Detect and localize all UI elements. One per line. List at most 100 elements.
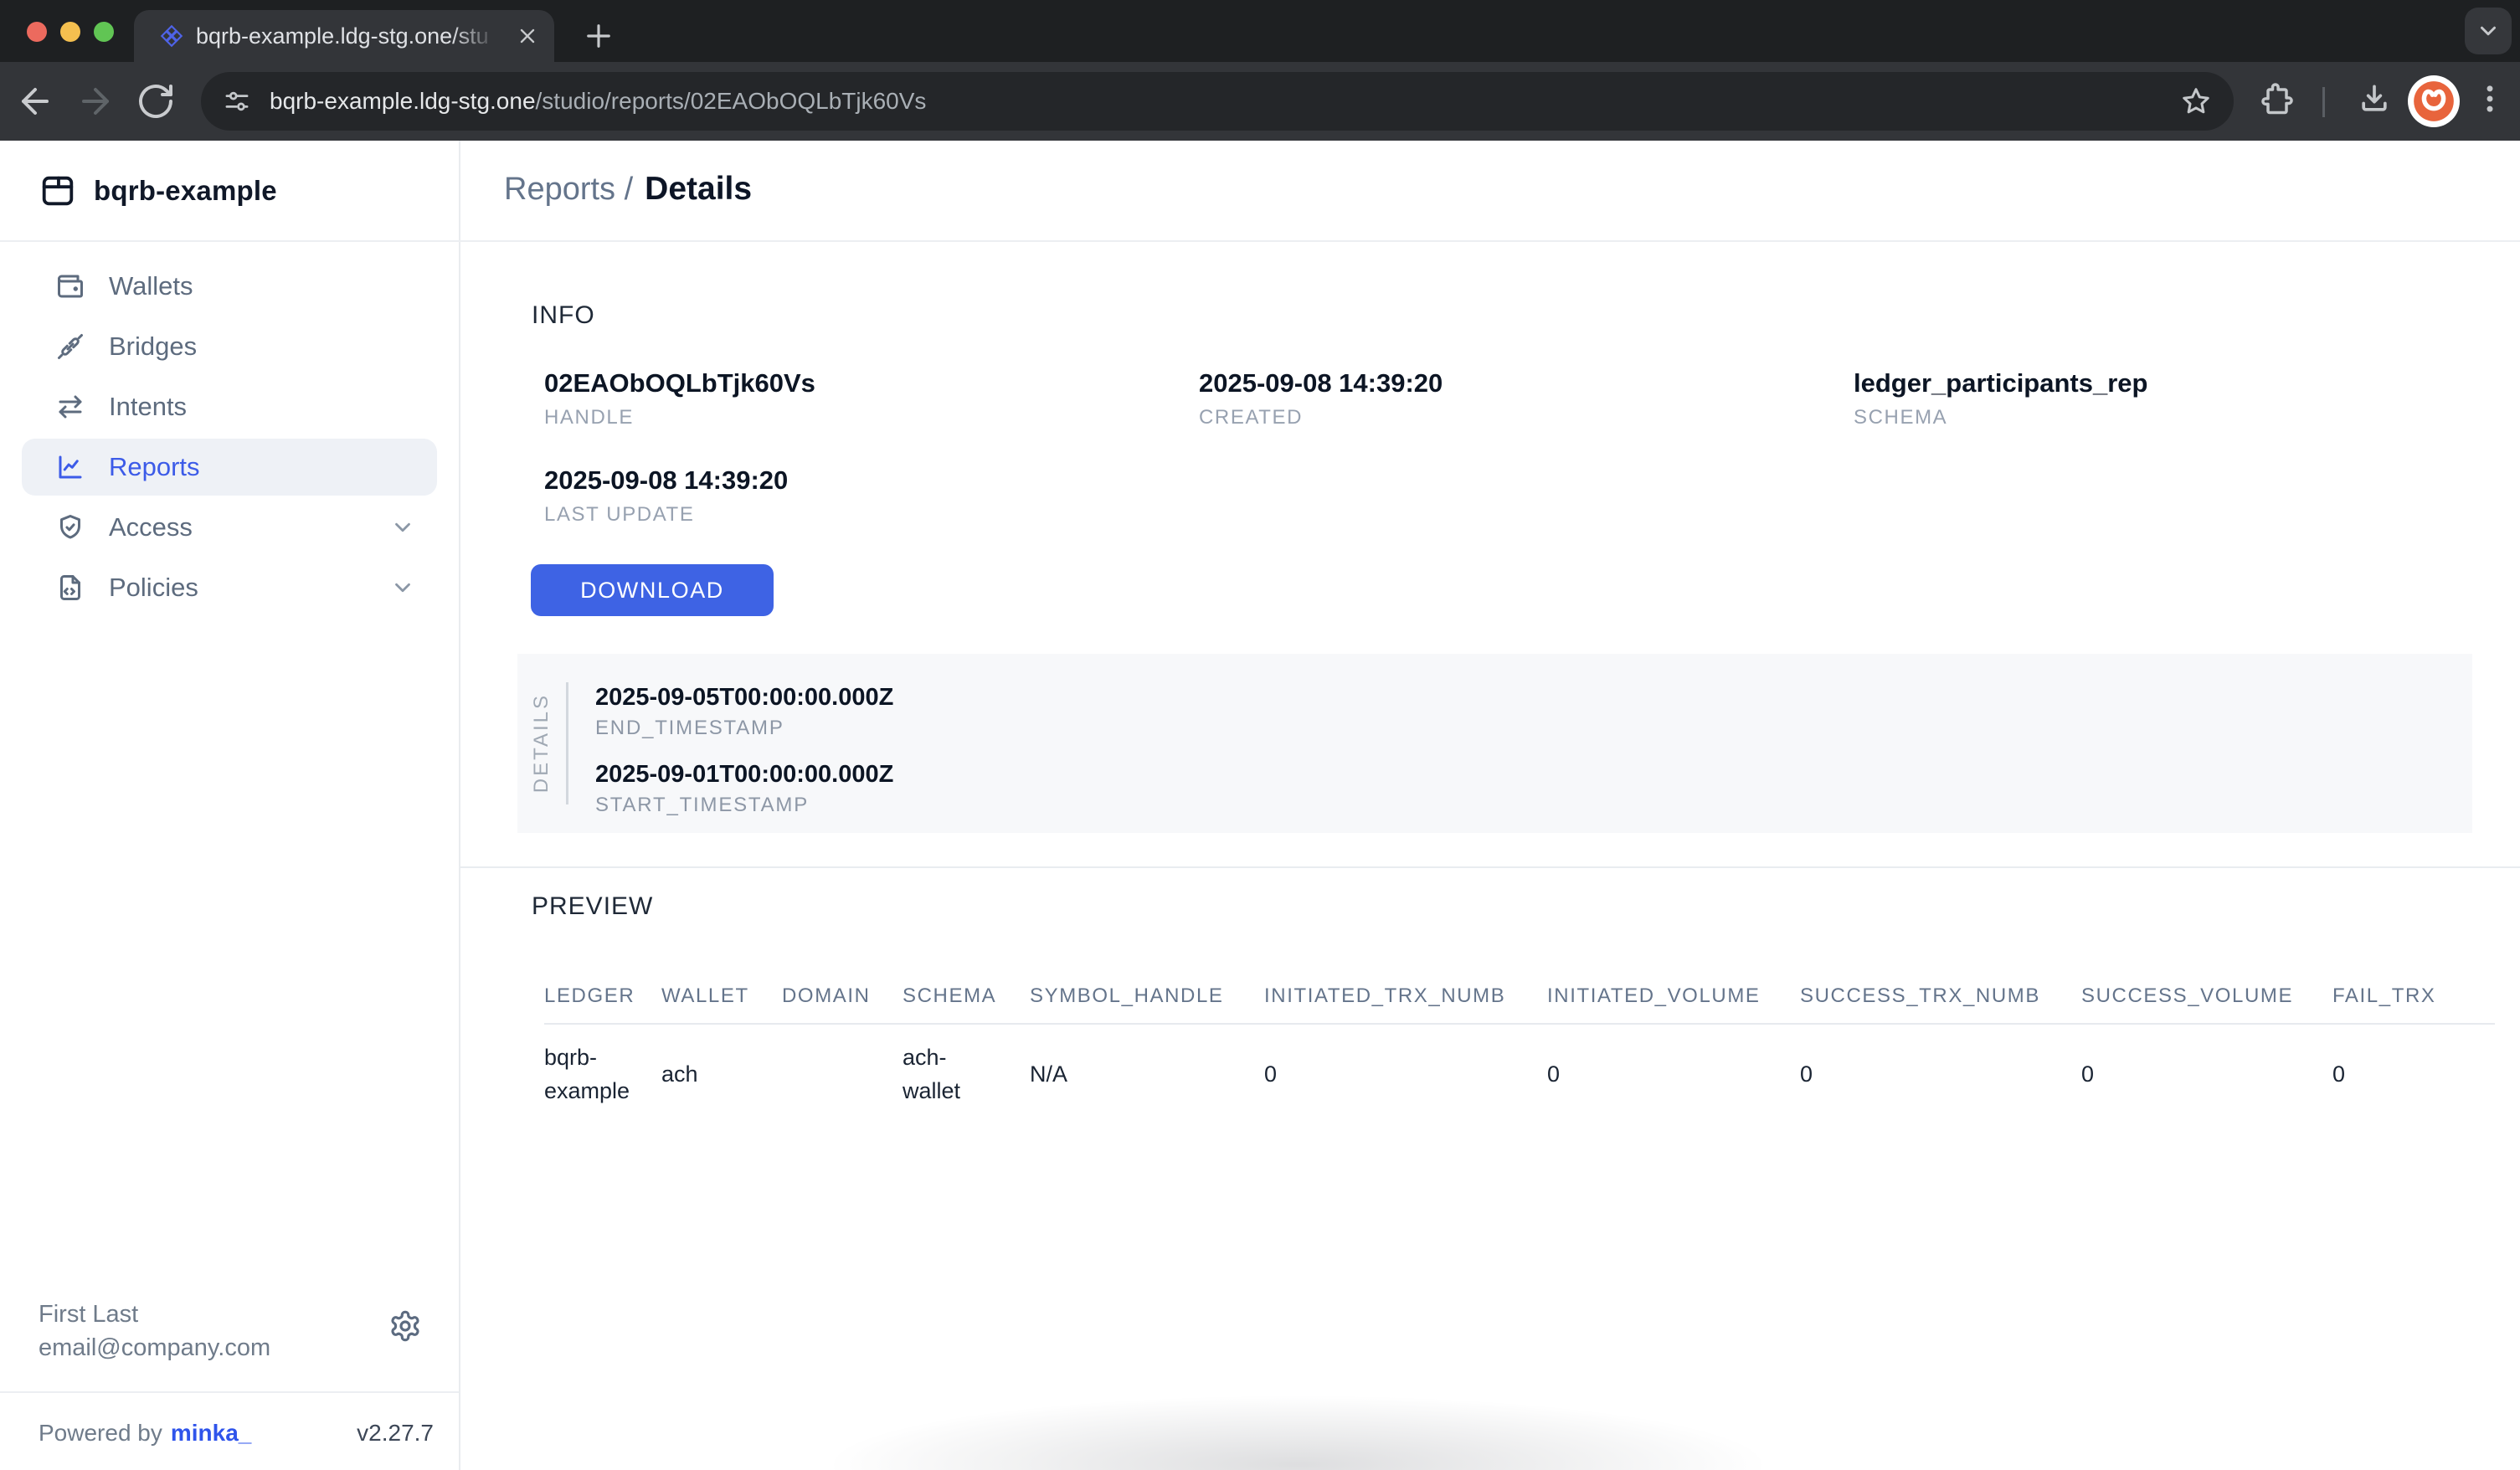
workspace-name: bqrb-example (94, 175, 277, 207)
tab-title: bqrb-example.ldg-stg.one/stu (196, 23, 507, 49)
preview-table: LEDGER WALLET DOMAIN SCHEMA SYMBOL_HANDL… (544, 969, 2495, 1123)
user-name: First Last (39, 1298, 425, 1331)
info-heading: INFO (532, 301, 595, 330)
sidebar-item-label: Access (109, 512, 193, 542)
field-value: 2025-09-08 14:39:20 (1199, 367, 1854, 400)
breadcrumb-reports-link[interactable]: Reports / (504, 172, 633, 208)
user-email: email@company.com (39, 1331, 425, 1365)
tab-close-icon[interactable] (516, 24, 539, 48)
reload-button[interactable] (136, 81, 176, 121)
sidebar-item-intents[interactable]: Intents (22, 378, 437, 435)
user-info: First Last email@company.com (39, 1298, 425, 1365)
browser-menu-icon[interactable] (2471, 80, 2508, 117)
field-value: 02EAObOQLbTjk60Vs (544, 367, 1199, 400)
tab-search-button[interactable] (2465, 8, 2512, 54)
cell-wallet: ach (661, 1024, 782, 1123)
url-bar[interactable]: bqrb-example.ldg-stg.one/studio/reports/… (201, 72, 2234, 131)
column-header: INITIATED_VOLUME (1547, 969, 1800, 1024)
column-header: DOMAIN (782, 969, 903, 1024)
cell-domain (782, 1024, 903, 1123)
header-divider (0, 240, 2520, 242)
powered-by-label: Powered by (39, 1420, 162, 1447)
new-tab-button[interactable] (581, 18, 616, 54)
field-label: SCHEMA (1854, 405, 2508, 430)
cell-fail-trx: 0 (2332, 1024, 2495, 1123)
info-field-last-update: 2025-09-08 14:39:20 LAST UPDATE (544, 464, 1199, 527)
browser-window: bqrb-example.ldg-stg.one/stu bqrb-exampl… (0, 0, 2520, 1470)
column-header: WALLET (661, 969, 782, 1024)
details-panel: DETAILS 2025-09-05T00:00:00.000Z END_TIM… (517, 654, 2472, 833)
gear-icon[interactable] (388, 1309, 422, 1343)
site-favicon-icon (159, 23, 184, 49)
field-value: 2025-09-05T00:00:00.000Z (595, 682, 893, 712)
sidebar-item-wallets[interactable]: Wallets (22, 258, 437, 315)
browser-toolbar: bqrb-example.ldg-stg.one/studio/reports/… (0, 62, 2520, 141)
details-field-start-timestamp: 2025-09-01T00:00:00.000Z START_TIMESTAMP (595, 759, 893, 818)
field-label: START_TIMESTAMP (595, 793, 893, 818)
tab-strip: bqrb-example.ldg-stg.one/stu (0, 0, 2520, 62)
app-content: bqrb-example Wallets Bridges Intents R (0, 141, 2520, 1470)
table-header-row: LEDGER WALLET DOMAIN SCHEMA SYMBOL_HANDL… (544, 969, 2495, 1024)
details-divider (566, 682, 568, 804)
bookmark-star-icon[interactable] (2180, 85, 2212, 117)
info-field-created: 2025-09-08 14:39:20 CREATED (1199, 367, 1854, 430)
sidebar-item-reports[interactable]: Reports (22, 439, 437, 496)
cell-initiated-volume: 0 (1547, 1024, 1800, 1123)
wallet-icon (55, 271, 85, 301)
profile-avatar[interactable] (2408, 75, 2460, 127)
sidebar-item-label: Policies (109, 573, 198, 603)
info-field-schema: ledger_participants_rep SCHEMA (1854, 367, 2508, 430)
chevron-down-icon (2476, 18, 2501, 44)
download-button[interactable]: DOWNLOAD (531, 564, 774, 616)
column-header: LEDGER (544, 969, 661, 1024)
downloads-icon[interactable] (2356, 80, 2393, 117)
sidebar-nav: Wallets Bridges Intents Reports Access (22, 258, 437, 616)
column-header: SYMBOL_HANDLE (1030, 969, 1264, 1024)
cell-success-trx-numb: 0 (1800, 1024, 2081, 1123)
details-vertical-label: DETAILS (530, 693, 553, 793)
ledger-box-icon (39, 172, 77, 210)
traffic-lights (27, 22, 114, 42)
cell-ledger: bqrb-example (544, 1024, 661, 1123)
chart-line-icon (55, 452, 85, 482)
field-label: END_TIMESTAMP (595, 716, 893, 741)
sidebar-footer: Powered by minka_ v2.27.7 (39, 1420, 434, 1447)
preview-heading: PREVIEW (532, 892, 653, 921)
column-header: SUCCESS_TRX_NUMB (1800, 969, 2081, 1024)
zoom-window-button[interactable] (94, 22, 114, 42)
field-value: ledger_participants_rep (1854, 367, 2508, 400)
sidebar-item-label: Intents (109, 392, 187, 422)
sidebar: bqrb-example Wallets Bridges Intents R (0, 141, 460, 1470)
avatar-logo-icon (2412, 80, 2456, 123)
sidebar-item-label: Bridges (109, 332, 197, 362)
file-code-icon (55, 573, 85, 603)
url-domain: bqrb-example.ldg-stg.one (270, 88, 536, 114)
back-button[interactable] (15, 81, 55, 121)
cell-symbol-handle: N/A (1030, 1024, 1264, 1123)
sidebar-item-policies[interactable]: Policies (22, 559, 437, 616)
field-label: LAST UPDATE (544, 502, 1199, 527)
site-settings-icon[interactable] (223, 87, 251, 116)
field-label: CREATED (1199, 405, 1854, 430)
sidebar-item-label: Reports (109, 452, 200, 482)
minimize-window-button[interactable] (60, 22, 80, 42)
chevron-down-icon (390, 575, 415, 600)
field-value: 2025-09-01T00:00:00.000Z (595, 759, 893, 789)
page-title: Details (645, 171, 752, 208)
cell-schema: ach-wallet (903, 1024, 1030, 1123)
close-window-button[interactable] (27, 22, 47, 42)
details-field-end-timestamp: 2025-09-05T00:00:00.000Z END_TIMESTAMP (595, 682, 893, 741)
extensions-icon[interactable] (2259, 80, 2296, 117)
sidebar-item-access[interactable]: Access (22, 499, 437, 556)
brand-link[interactable]: minka_ (171, 1420, 252, 1447)
sidebar-item-bridges[interactable]: Bridges (22, 318, 437, 375)
info-field-handle: 02EAObOQLbTjk60Vs HANDLE (544, 367, 1199, 430)
main-panel: Reports / Details INFO 02EAObOQLbTjk60Vs… (460, 141, 2520, 1470)
forward-button[interactable] (75, 81, 116, 121)
column-header: SCHEMA (903, 969, 1030, 1024)
column-header: SUCCESS_VOLUME (2081, 969, 2332, 1024)
url-path: /studio/reports/02EAObOQLbTjk60Vs (536, 88, 927, 114)
browser-tab[interactable]: bqrb-example.ldg-stg.one/stu (134, 10, 554, 62)
url-text: bqrb-example.ldg-stg.one/studio/reports/… (270, 88, 926, 115)
workspace-header[interactable]: bqrb-example (0, 141, 459, 240)
